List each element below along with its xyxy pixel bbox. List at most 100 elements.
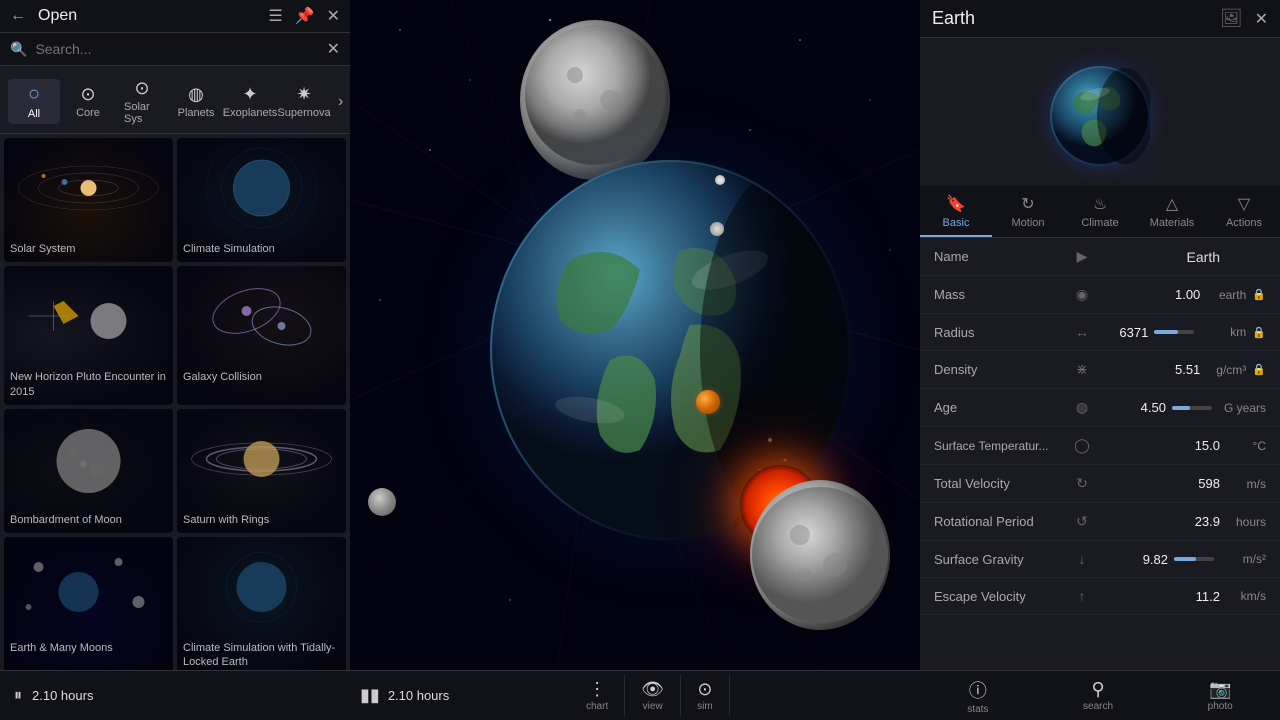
small-body-left bbox=[368, 488, 396, 516]
cat-label-core: Core bbox=[76, 107, 100, 119]
thumb-galaxy-collision[interactable]: Galaxy Collision bbox=[177, 266, 346, 405]
cat-label-supernova: Supernova bbox=[277, 107, 330, 119]
age-slider[interactable] bbox=[1172, 406, 1212, 410]
thumb-row-4: Earth & Many Moons Climate Simulation wi… bbox=[4, 537, 346, 676]
prop-lock-density[interactable]: 🔒 bbox=[1252, 363, 1266, 376]
pin-icon[interactable]: 📌 bbox=[295, 6, 315, 26]
pause-button-main[interactable]: ▮▮ bbox=[360, 685, 380, 706]
image-unavailable-icon: 🖼 bbox=[1220, 8, 1243, 29]
cat-tab-planets[interactable]: ◍ Planets bbox=[170, 80, 222, 123]
prop-unit-density: g/cm³ bbox=[1206, 363, 1246, 377]
prop-label-density: Density bbox=[934, 362, 1074, 377]
cat-label-all: All bbox=[28, 108, 40, 120]
earth-thumb-container bbox=[920, 38, 1280, 186]
prop-lock-mass[interactable]: 🔒 bbox=[1252, 288, 1266, 301]
prop-value-total-velocity[interactable]: 598 bbox=[1096, 476, 1220, 491]
thumb-saturn-rings[interactable]: Saturn with Rings bbox=[177, 409, 346, 533]
prop-icon-rotational-period: ↺ bbox=[1074, 513, 1090, 530]
thumb-bombardment-moon[interactable]: Bombardment of Moon bbox=[4, 409, 173, 533]
chart-tool-icon: ⋮ bbox=[588, 679, 606, 700]
chart-tool-label: chart bbox=[586, 701, 608, 712]
prop-label-radius: Radius bbox=[934, 325, 1074, 340]
cat-label-solar-sys: Solar Sys bbox=[124, 101, 160, 125]
search-tool-label: search bbox=[1083, 701, 1113, 712]
prop-value-surface-temp[interactable]: 15.0 bbox=[1096, 438, 1220, 453]
search-input[interactable] bbox=[35, 41, 318, 57]
prop-icon-name: ▶ bbox=[1074, 248, 1090, 265]
properties-list: Name ▶ Earth Mass ◉ 1.00 earth 🔒 Radius … bbox=[920, 238, 1280, 720]
prop-value-surface-gravity[interactable]: 9.82 bbox=[1096, 552, 1168, 567]
thumb-solar-system[interactable]: Solar System bbox=[4, 138, 173, 262]
prop-value-rotational-period[interactable]: 23.9 bbox=[1096, 514, 1220, 529]
prop-value-age[interactable]: 4.50 bbox=[1096, 400, 1166, 415]
prop-unit-surface-gravity: m/s² bbox=[1226, 552, 1266, 566]
pause-button[interactable]: ⏸ bbox=[14, 687, 22, 705]
prop-value-mass[interactable]: 1.00 bbox=[1096, 287, 1200, 302]
thumb-climate-sim2[interactable]: Climate Simulation with Tidally-Locked E… bbox=[177, 537, 346, 676]
cat-label-exoplanets: Exoplanets bbox=[223, 107, 277, 119]
search-tool-icon: ⚲ bbox=[1091, 679, 1104, 700]
materials-tab-icon: △ bbox=[1166, 194, 1178, 214]
prop-unit-rotational-period: hours bbox=[1226, 515, 1266, 529]
thumb-label-solar-system: Solar System bbox=[4, 238, 173, 262]
radius-slider[interactable] bbox=[1154, 330, 1194, 334]
stats-tool-label: stats bbox=[967, 704, 988, 715]
cat-tab-solar-sys[interactable]: ⊙ Solar Sys bbox=[116, 74, 168, 129]
tool-search[interactable]: ⚲ search bbox=[1067, 675, 1129, 716]
prop-rotational-period-row: Rotational Period ↺ 23.9 hours bbox=[920, 503, 1280, 541]
thumb-label-saturn-rings: Saturn with Rings bbox=[177, 509, 346, 533]
cat-tab-supernova[interactable]: ✷ Supernova bbox=[278, 80, 330, 123]
thumb-earth-moons[interactable]: Earth & Many Moons bbox=[4, 537, 173, 676]
back-icon[interactable]: ← bbox=[10, 7, 26, 25]
category-tabs: ○ All ⊙ Core ⊙ Solar Sys ◍ Planets ✦ Exo… bbox=[0, 66, 350, 134]
solar-sys-icon: ⊙ bbox=[134, 78, 149, 99]
cat-tab-exoplanets[interactable]: ✦ Exoplanets bbox=[224, 80, 276, 123]
more-categories-icon[interactable]: › bbox=[332, 93, 349, 111]
tab-materials[interactable]: △ Materials bbox=[1136, 186, 1208, 237]
prop-lock-radius[interactable]: 🔒 bbox=[1252, 326, 1266, 339]
search-icon: 🔍 bbox=[10, 41, 27, 58]
stats-tool-icon: ⓘ bbox=[969, 677, 987, 703]
prop-icon-age: ◍ bbox=[1074, 399, 1090, 416]
prop-surface-temp-row: Surface Temperatur... ◯ 15.0 °C bbox=[920, 427, 1280, 465]
sim-tool-label: sim bbox=[697, 701, 713, 712]
prop-icon-total-velocity: ↻ bbox=[1074, 475, 1090, 492]
tool-view[interactable]: 👁 view bbox=[625, 675, 681, 716]
tool-sim[interactable]: ⊙ sim bbox=[681, 675, 730, 716]
core-icon: ⊙ bbox=[80, 84, 95, 105]
right-bottom-bar: ⓘ stats ⚲ search 📷 photo bbox=[920, 670, 1280, 720]
tool-chart[interactable]: ⋮ chart bbox=[570, 675, 625, 716]
prop-value-radius[interactable]: 6371 bbox=[1096, 325, 1148, 340]
tab-actions[interactable]: ▽ Actions bbox=[1208, 186, 1280, 237]
thumb-new-horizon[interactable]: New Horizon Pluto Encounter in 2015 bbox=[4, 266, 173, 405]
thumb-row-2: New Horizon Pluto Encounter in 2015 Gala… bbox=[4, 266, 346, 405]
right-header: Earth 🖼 ✕ bbox=[920, 0, 1280, 38]
actions-tab-label: Actions bbox=[1226, 217, 1262, 229]
motion-tab-label: Motion bbox=[1011, 217, 1044, 229]
prop-value-escape-velocity[interactable]: 11.2 bbox=[1096, 589, 1220, 604]
cat-tab-core[interactable]: ⊙ Core bbox=[62, 80, 114, 123]
tab-basic[interactable]: 🔖 Basic bbox=[920, 186, 992, 237]
thumb-climate-sim[interactable]: Climate Simulation bbox=[177, 138, 346, 262]
thumb-label-climate-sim: Climate Simulation bbox=[177, 238, 346, 262]
prop-density-row: Density ⋇ 5.51 g/cm³ 🔒 bbox=[920, 351, 1280, 389]
tool-photo[interactable]: 📷 photo bbox=[1192, 675, 1249, 716]
tab-motion[interactable]: ↻ Motion bbox=[992, 186, 1064, 237]
tool-stats[interactable]: ⓘ stats bbox=[951, 673, 1004, 719]
close-icon[interactable]: ✕ bbox=[327, 6, 340, 26]
clear-search-icon[interactable]: ✕ bbox=[327, 39, 340, 59]
prop-value-density[interactable]: 5.51 bbox=[1096, 362, 1200, 377]
cat-tab-all[interactable]: ○ All bbox=[8, 79, 60, 124]
thumb-label-galaxy-collision: Galaxy Collision bbox=[177, 366, 346, 390]
right-header-actions: 🖼 ✕ bbox=[1220, 8, 1268, 29]
prop-label-surface-temp: Surface Temperatur... bbox=[934, 439, 1074, 453]
gravity-slider[interactable] bbox=[1174, 557, 1214, 561]
list-icon[interactable]: ☰ bbox=[268, 6, 282, 26]
prop-icon-radius: ↔ bbox=[1074, 324, 1090, 340]
tab-climate[interactable]: ♨ Climate bbox=[1064, 186, 1136, 237]
prop-value-name[interactable]: Earth bbox=[1096, 249, 1220, 265]
left-header: ← Open ☰ 📌 ✕ bbox=[0, 0, 350, 33]
prop-label-rotational-period: Rotational Period bbox=[934, 514, 1074, 529]
prop-label-escape-velocity: Escape Velocity bbox=[934, 589, 1074, 604]
right-close-icon[interactable]: ✕ bbox=[1255, 9, 1268, 29]
